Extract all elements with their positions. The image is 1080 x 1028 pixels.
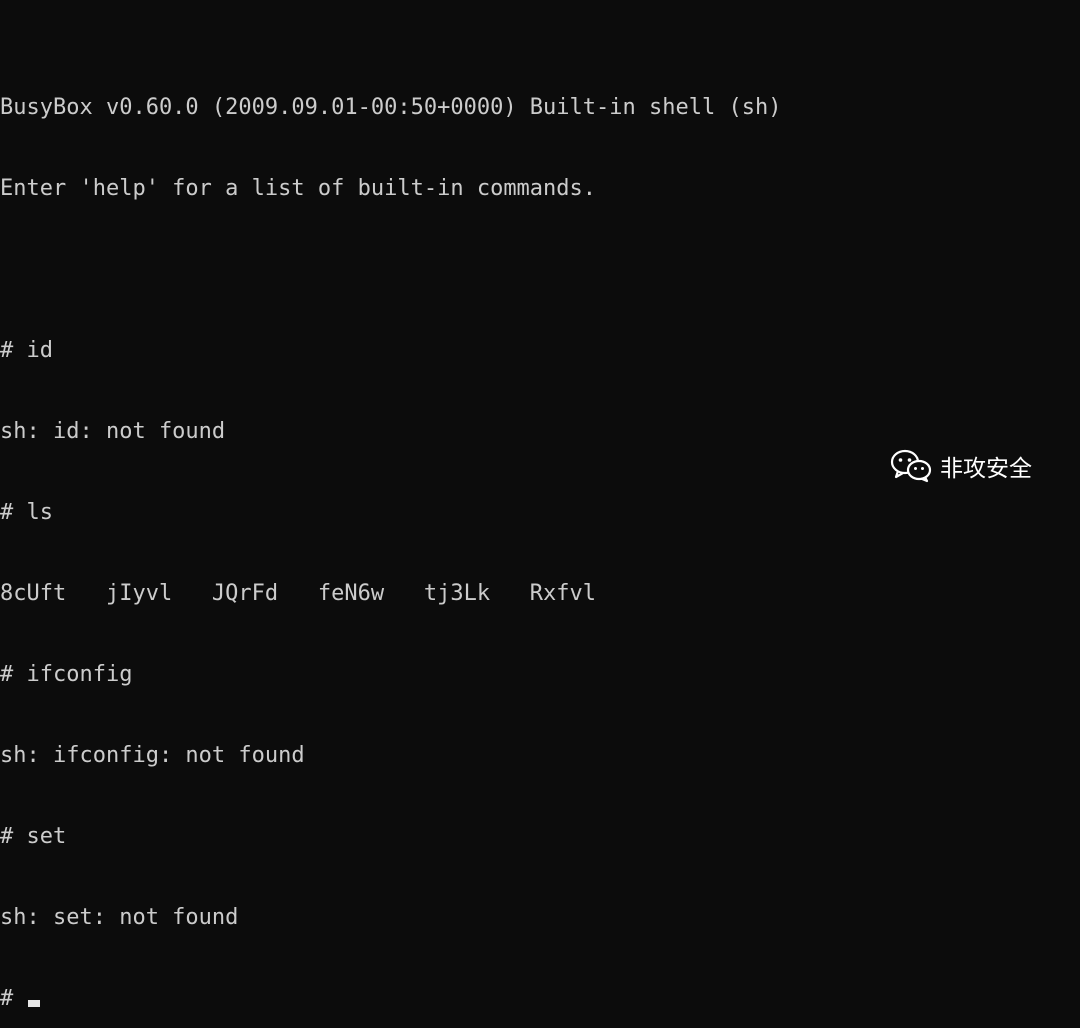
wechat-icon [890, 449, 932, 483]
command-prompt[interactable]: # [0, 985, 1080, 1012]
terminal-line: # ifconfig [0, 662, 133, 687]
text-cursor [27, 1000, 40, 1007]
watermark-text: 非攻安全 [940, 456, 1032, 482]
terminal-line: 8cUft jIyvl JQrFd feN6w tj3Lk Rxfvl [0, 581, 597, 606]
terminal-line: sh: set: not found [0, 905, 239, 930]
terminal-line: BusyBox v0.60.0 (2009.09.01-00:50+0000) … [0, 95, 782, 120]
terminal-line: Enter 'help' for a list of built-in comm… [0, 176, 597, 201]
terminal-line: # set [0, 824, 67, 849]
terminal-line: sh: id: not found [0, 419, 226, 444]
watermark: 非攻安全 [890, 446, 1032, 486]
prompt-symbol: # [0, 986, 27, 1011]
terminal-line: # ls [0, 500, 53, 525]
terminal-window[interactable]: BusyBox v0.60.0 (2009.09.01-00:50+0000) … [0, 40, 1080, 1011]
terminal-line: # id [0, 338, 53, 363]
terminal-line: sh: ifconfig: not found [0, 743, 305, 768]
